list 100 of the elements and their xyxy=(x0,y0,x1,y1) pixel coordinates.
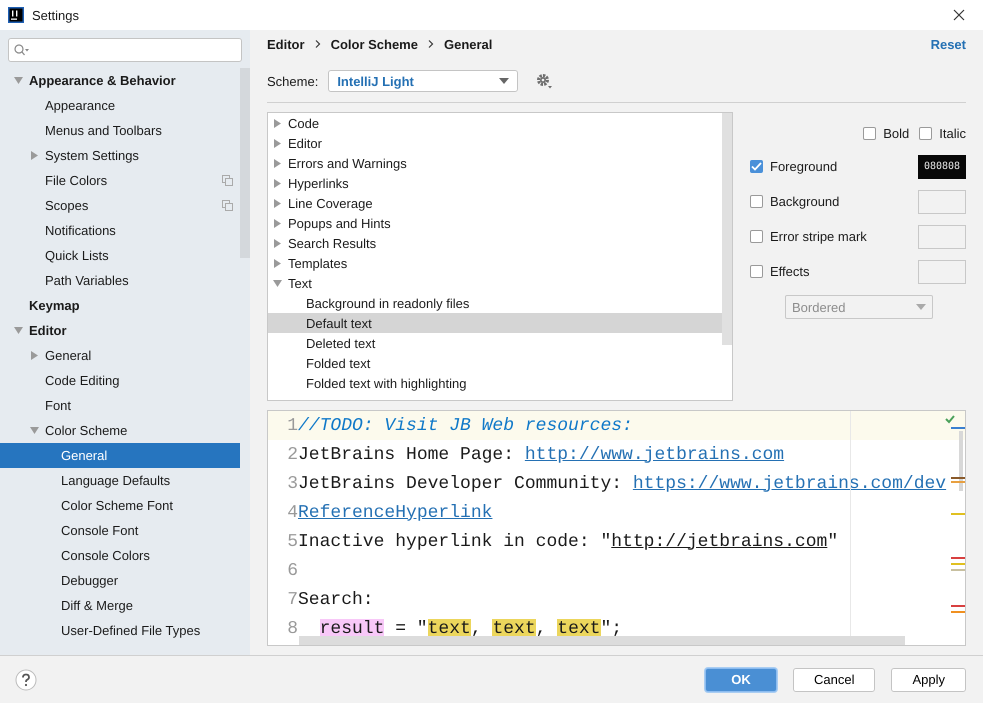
sidebar-item[interactable]: Font xyxy=(0,393,240,418)
sidebar-item[interactable]: Diff & Merge xyxy=(0,593,240,618)
attribute-item[interactable]: Code xyxy=(268,113,722,133)
line-number: 2 xyxy=(286,444,298,464)
search-field[interactable] xyxy=(8,38,242,62)
checkbox[interactable] xyxy=(750,265,763,278)
collapsed-arrow-icon[interactable] xyxy=(273,198,282,208)
sidebar-item[interactable]: Code Editing xyxy=(0,368,240,393)
attribute-item[interactable]: Search Results xyxy=(268,233,722,253)
sidebar-item[interactable]: Menus and Toolbars xyxy=(0,118,240,143)
scheme-dropdown[interactable]: IntelliJ Light xyxy=(328,70,518,92)
expanded-arrow-icon[interactable] xyxy=(14,76,23,85)
sidebar-item[interactable]: Scopes xyxy=(0,193,240,218)
attribute-label: Errors and Warnings xyxy=(288,156,407,170)
sidebar-item[interactable]: Quick Lists xyxy=(0,243,240,268)
attribute-item[interactable]: Folded text xyxy=(268,353,722,373)
code-line: Search: xyxy=(298,590,374,610)
collapsed-arrow-icon[interactable] xyxy=(30,151,39,160)
match-highlight: text xyxy=(428,618,471,638)
sidebar-item-label: Diff & Merge xyxy=(61,598,134,613)
checkbox-label: Error stripe mark xyxy=(770,229,867,244)
match-highlight: text xyxy=(492,618,536,638)
checkbox[interactable] xyxy=(750,230,763,243)
sidebar-item-label: Editor xyxy=(29,323,67,338)
sidebar-item[interactable]: Language Defaults xyxy=(0,468,240,493)
attribute-item[interactable]: Editor xyxy=(268,133,722,153)
sidebar-item[interactable]: File Colors xyxy=(0,168,240,193)
attribute-item[interactable]: Folded text with highlighting xyxy=(268,373,722,393)
expanded-arrow-icon[interactable] xyxy=(30,426,39,435)
checkbox[interactable] xyxy=(750,195,763,208)
sidebar-item-label: Scopes xyxy=(45,198,88,213)
checkbox-label: Background xyxy=(770,194,840,209)
attribute-item[interactable]: Default text xyxy=(268,313,722,333)
collapsed-arrow-icon[interactable] xyxy=(273,118,282,128)
sidebar-item[interactable]: Editor xyxy=(0,318,240,343)
sidebar-item[interactable]: General xyxy=(0,443,240,468)
attribute-item[interactable]: Templates xyxy=(268,253,722,273)
caret-icon xyxy=(916,304,926,310)
collapsed-arrow-icon[interactable] xyxy=(273,218,282,228)
sidebar-item[interactable]: Console Font xyxy=(0,518,240,543)
sidebar-item-label: Appearance xyxy=(45,98,116,113)
sidebar-item-label: Font xyxy=(45,398,72,413)
sidebar-item[interactable]: Keymap xyxy=(0,293,240,318)
attribute-item[interactable]: Deleted text xyxy=(268,333,722,353)
checkbox[interactable] xyxy=(863,126,876,140)
sidebar-item[interactable]: Debugger xyxy=(0,568,240,593)
sidebar-item[interactable]: Color Scheme xyxy=(0,418,240,443)
scrollbar-thumb[interactable] xyxy=(299,636,905,645)
attribute-item[interactable]: Background in readonly files xyxy=(268,293,722,313)
color-swatch[interactable] xyxy=(918,224,966,248)
sidebar-item[interactable]: User-Defined File Types xyxy=(0,618,240,643)
attribute-item[interactable]: Text xyxy=(268,273,722,293)
collapsed-arrow-icon[interactable] xyxy=(273,178,282,188)
sidebar-item-label: Path Variables xyxy=(45,273,129,288)
sidebar-item[interactable]: Appearance & Behavior xyxy=(0,68,240,93)
attribute-item[interactable]: Line Coverage xyxy=(268,193,722,213)
attribute-label: Text xyxy=(288,276,312,290)
collapsed-arrow-icon[interactable] xyxy=(273,158,282,168)
sidebar-item-label: Appearance & Behavior xyxy=(29,73,176,88)
dialog-button[interactable]: Apply xyxy=(891,668,966,692)
reset-link[interactable]: Reset xyxy=(930,36,966,52)
sidebar-item[interactable]: General xyxy=(0,343,240,368)
checkbox[interactable] xyxy=(919,126,932,140)
line-number: 8 xyxy=(286,618,298,638)
line-number: 6 xyxy=(286,560,298,580)
collapsed-arrow-icon[interactable] xyxy=(273,138,282,148)
breadcrumb-item: Editor xyxy=(267,36,305,52)
color-swatch[interactable] xyxy=(918,260,966,284)
attribute-item[interactable]: Popups and Hints xyxy=(268,213,722,233)
attribute-label: Folded text xyxy=(306,356,370,370)
attribute-item[interactable]: Errors and Warnings xyxy=(268,153,722,173)
sidebar-item-label: Quick Lists xyxy=(45,248,109,263)
search-icon xyxy=(14,44,30,56)
sidebar-item-label: Notifications xyxy=(45,223,116,238)
sidebar-item-label: Code Editing xyxy=(45,373,120,388)
close-icon[interactable] xyxy=(953,9,965,21)
scrollbar-thumb[interactable] xyxy=(240,68,250,258)
collapsed-arrow-icon[interactable] xyxy=(30,351,39,360)
scrollbar-thumb[interactable] xyxy=(722,113,732,345)
sidebar-item[interactable]: Notifications xyxy=(0,218,240,243)
checkbox-label: Foreground xyxy=(770,159,838,174)
attribute-label: Code xyxy=(288,116,320,130)
attribute-item[interactable]: Hyperlinks xyxy=(268,173,722,193)
sidebar-item[interactable]: Path Variables xyxy=(0,268,240,293)
dialog-button[interactable]: Cancel xyxy=(793,668,876,692)
color-swatch[interactable] xyxy=(918,190,966,214)
expanded-arrow-icon[interactable] xyxy=(14,326,23,335)
sidebar-item[interactable]: Color Scheme Font xyxy=(0,493,240,518)
color-swatch[interactable]: 080808 xyxy=(918,154,966,178)
collapsed-arrow-icon[interactable] xyxy=(273,258,282,268)
sidebar-item[interactable]: Console Colors xyxy=(0,543,240,568)
sidebar-item[interactable]: Appearance xyxy=(0,93,240,118)
attribute-label: Line Coverage xyxy=(288,196,373,210)
sidebar-item[interactable]: System Settings xyxy=(0,143,240,168)
checkbox[interactable] xyxy=(750,160,763,173)
settings-icon[interactable] xyxy=(536,73,552,89)
collapsed-arrow-icon[interactable] xyxy=(273,238,282,248)
expanded-arrow-icon[interactable] xyxy=(273,278,282,288)
help-icon[interactable] xyxy=(15,668,37,690)
app-logo-icon xyxy=(8,7,24,23)
